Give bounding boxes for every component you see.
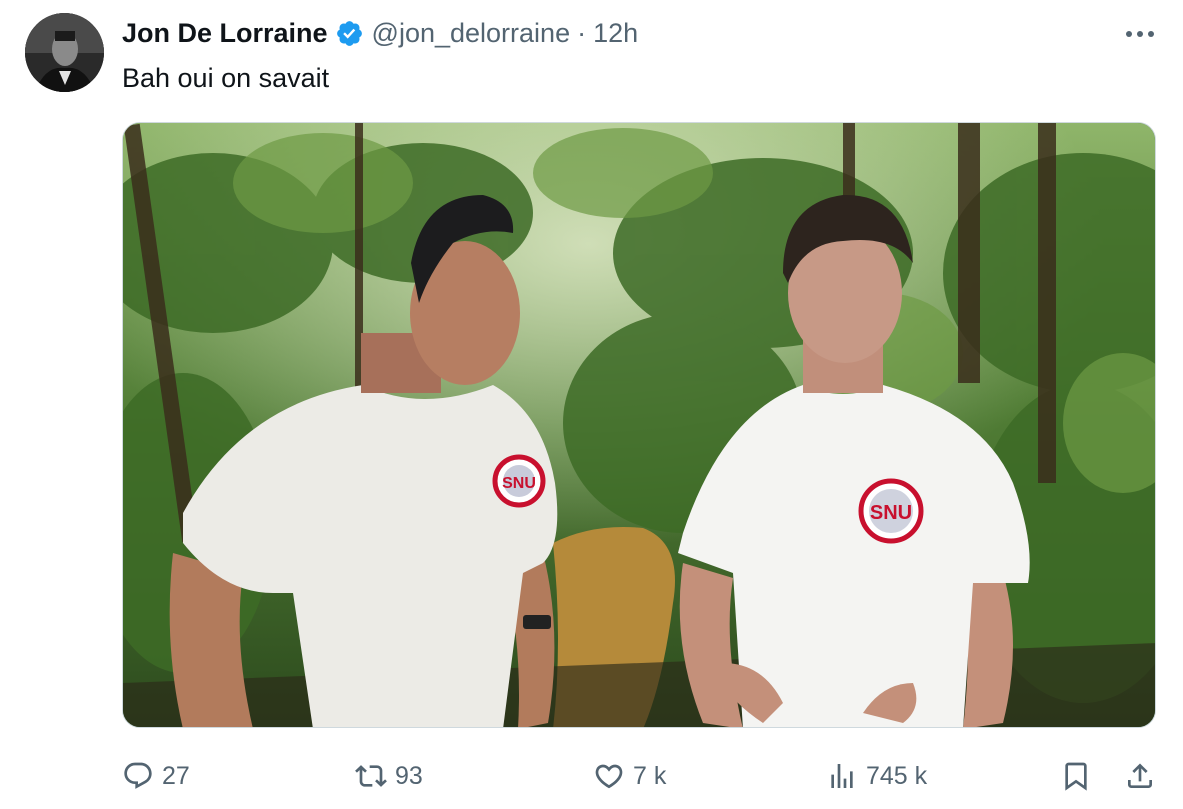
author-handle[interactable]: @jon_delorraine <box>372 18 571 49</box>
tweet-media-image[interactable]: SNU SNU <box>122 122 1156 728</box>
like-button[interactable]: 7 k <box>593 752 666 800</box>
avatar-image <box>25 13 104 92</box>
left-shirt-logo: SNU <box>502 475 536 492</box>
separator-dot: · <box>577 18 587 48</box>
views-count: 745 k <box>866 761 928 790</box>
repost-button[interactable]: 93 <box>355 752 423 800</box>
reply-button[interactable]: 27 <box>122 752 190 800</box>
repost-icon <box>355 765 387 787</box>
share-button[interactable] <box>1124 760 1156 792</box>
more-options-button[interactable] <box>1122 20 1158 48</box>
like-count: 7 k <box>633 761 667 790</box>
tweet-actions-bar: 27 93 7 k 745 k <box>0 752 1183 800</box>
verified-badge-icon[interactable] <box>335 19 364 48</box>
jungle-photo: SNU SNU <box>123 123 1155 727</box>
share-icon <box>1128 763 1152 788</box>
heart-icon <box>595 764 623 789</box>
views-button[interactable]: 745 k <box>826 752 927 800</box>
repost-count: 93 <box>395 761 423 790</box>
right-shirt-logo: SNU <box>870 502 912 524</box>
views-bar-chart-icon <box>831 764 853 788</box>
bookmark-icon <box>1065 762 1087 791</box>
tweet-header: Jon De Lorraine @jon_delorraine · 12h <box>122 18 638 49</box>
reply-count: 27 <box>162 761 190 790</box>
more-dots-icon <box>1126 31 1154 37</box>
reply-icon <box>124 762 152 789</box>
author-name[interactable]: Jon De Lorraine <box>122 18 328 49</box>
tweet-timestamp[interactable]: 12h <box>593 18 638 49</box>
author-avatar[interactable] <box>25 13 104 92</box>
tweet-text: Bah oui on savait <box>122 63 330 93</box>
bookmark-button[interactable] <box>1060 760 1092 792</box>
